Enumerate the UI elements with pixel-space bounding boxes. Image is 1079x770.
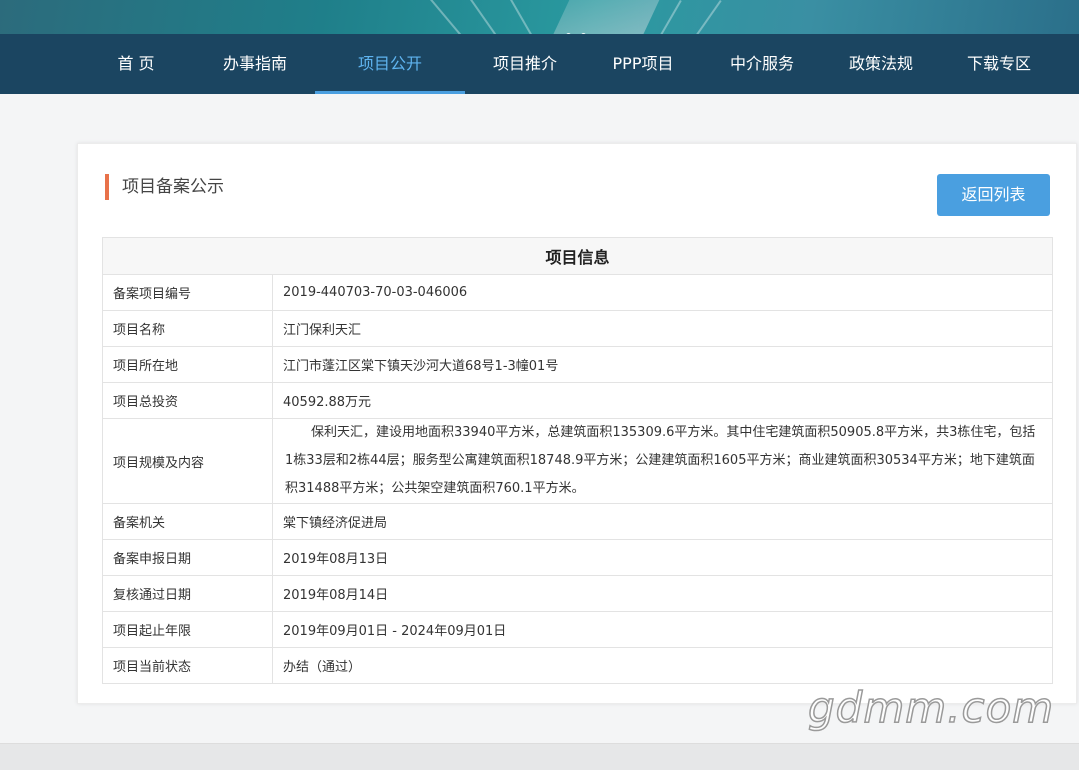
banner-image (0, 0, 1079, 34)
row-label: 项目规模及内容 (102, 418, 273, 504)
nav-item-agency[interactable]: 中介服务 (712, 34, 812, 94)
table-row: 备案申报日期 2019年08月13日 (102, 539, 1053, 576)
nav-item-project-public[interactable]: 项目公开 (315, 34, 465, 94)
banner-cable (510, 0, 542, 34)
row-label: 项目起止年限 (102, 611, 273, 648)
page-title: 项目备案公示 (105, 174, 224, 200)
main-nav: 首 页 办事指南 项目公开 项目推介 PPP项目 中介服务 政策法规 下载专区 (0, 34, 1079, 94)
banner-cable (470, 0, 507, 34)
nav-item-home[interactable]: 首 页 (95, 34, 177, 94)
table-row: 项目名称 江门保利天汇 (102, 310, 1053, 347)
back-to-list-button[interactable]: 返回列表 (937, 174, 1050, 216)
row-value: 江门市蓬江区棠下镇天沙河大道68号1-3幢01号 (272, 346, 1053, 383)
row-label: 项目总投资 (102, 382, 273, 419)
table-row: 项目所在地 江门市蓬江区棠下镇天沙河大道68号1-3幢01号 (102, 346, 1053, 383)
nav-item-ppp[interactable]: PPP项目 (593, 34, 693, 94)
project-card: 项目备案公示 返回列表 项目信息 备案项目编号 2019-440703-70-0… (77, 143, 1077, 704)
page-footer (0, 743, 1079, 770)
nav-item-download[interactable]: 下载专区 (949, 34, 1049, 94)
row-value: 办结（通过） (272, 647, 1053, 684)
row-label: 备案申报日期 (102, 539, 273, 576)
nav-item-policy[interactable]: 政策法规 (831, 34, 931, 94)
project-info-table: 项目信息 备案项目编号 2019-440703-70-03-046006 项目名… (102, 237, 1053, 684)
row-value: 40592.88万元 (272, 382, 1053, 419)
nav-item-guide[interactable]: 办事指南 (205, 34, 305, 94)
table-row: 项目起止年限 2019年09月01日 - 2024年09月01日 (102, 611, 1053, 648)
table-row: 项目当前状态 办结（通过） (102, 647, 1053, 684)
row-label: 备案机关 (102, 503, 273, 540)
table-row: 项目总投资 40592.88万元 (102, 382, 1053, 419)
table-row: 备案项目编号 2019-440703-70-03-046006 (102, 274, 1053, 311)
row-value: 保利天汇，建设用地面积33940平方米，总建筑面积135309.6平方米。其中住… (272, 418, 1053, 504)
table-row: 复核通过日期 2019年08月14日 (102, 575, 1053, 612)
watermark-logo: gdmm.com (807, 682, 1055, 733)
table-row: 备案机关 棠下镇经济促进局 (102, 503, 1053, 540)
row-label: 复核通过日期 (102, 575, 273, 612)
row-value: 江门保利天汇 (272, 310, 1053, 347)
row-label: 项目名称 (102, 310, 273, 347)
table-header: 项目信息 (102, 237, 1053, 275)
nav-item-project-promotion[interactable]: 项目推介 (475, 34, 575, 94)
banner-cable (430, 0, 471, 34)
row-label: 项目当前状态 (102, 647, 273, 684)
row-label: 项目所在地 (102, 346, 273, 383)
row-value: 2019年08月14日 (272, 575, 1053, 612)
row-value: 棠下镇经济促进局 (272, 503, 1053, 540)
row-value: 2019年08月13日 (272, 539, 1053, 576)
banner-bridge (546, 0, 664, 34)
row-value: 2019-440703-70-03-046006 (272, 274, 1053, 311)
table-row: 项目规模及内容 保利天汇，建设用地面积33940平方米，总建筑面积135309.… (102, 418, 1053, 504)
banner-cable (685, 0, 722, 34)
row-value: 2019年09月01日 - 2024年09月01日 (272, 611, 1053, 648)
row-label: 备案项目编号 (102, 274, 273, 311)
